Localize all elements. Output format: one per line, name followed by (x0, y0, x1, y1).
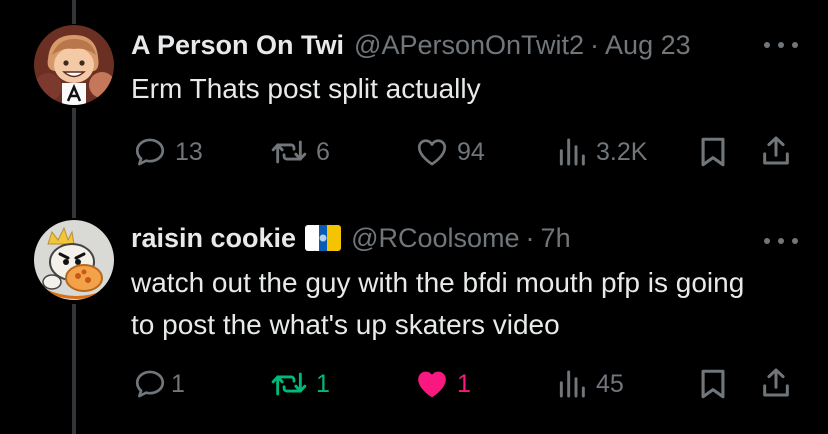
more-icon[interactable] (764, 236, 798, 246)
separator-dot: · (590, 30, 600, 60)
tweet-header: A Person On Twi @APersonOnTwit2 · Aug 23 (131, 29, 768, 61)
views-count: 45 (596, 369, 624, 398)
views-icon (559, 138, 585, 166)
views-icon (559, 370, 585, 398)
retweet-icon (271, 140, 307, 164)
like-button[interactable]: 1 (415, 367, 471, 401)
retweet-count: 6 (316, 137, 330, 166)
tweet-1[interactable]: A Person On Twi @APersonOnTwit2 · Aug 23… (0, 0, 828, 205)
display-name[interactable]: A Person On Twi (131, 29, 344, 61)
reply-icon (135, 138, 165, 166)
retweet-icon (271, 372, 307, 396)
tweet-text: Erm Thats post split actually (131, 73, 481, 104)
avatar-a-person-on-twi[interactable] (34, 25, 114, 105)
bookmark-button[interactable] (698, 367, 728, 401)
reply-button[interactable]: 1 (133, 367, 185, 401)
separator-dot: · (525, 223, 535, 253)
views-button[interactable]: 45 (556, 367, 624, 401)
reply-count: 13 (175, 137, 203, 166)
like-button[interactable]: 94 (415, 135, 485, 169)
avatar-raisin-cookie[interactable] (34, 220, 114, 300)
retweet-count: 1 (316, 369, 330, 398)
reply-thread: A Person On Twi @APersonOnTwit2 · Aug 23… (0, 0, 828, 434)
handle[interactable]: @RCoolsome (351, 222, 519, 254)
timestamp[interactable]: Aug 23 (605, 29, 691, 61)
display-name[interactable]: raisin cookie (131, 222, 296, 254)
share-icon (763, 368, 789, 397)
retweet-button[interactable]: 6 (270, 135, 330, 169)
reply-count: 1 (171, 369, 185, 398)
like-count: 94 (457, 137, 485, 166)
reply-icon (135, 370, 165, 398)
canary-islands-flag-icon (305, 225, 342, 251)
tweet-header: raisin cookie @RCoolsome · 7h (131, 222, 768, 254)
views-button[interactable]: 3.2K (556, 135, 647, 169)
action-bar: 1 1 1 45 (0, 367, 828, 407)
like-icon (418, 371, 446, 398)
avatar-image (34, 25, 114, 105)
views-count: 3.2K (596, 137, 648, 166)
tweet-2[interactable]: raisin cookie @RCoolsome · 7h watch out … (0, 205, 828, 434)
handle[interactable]: @APersonOnTwit2 (354, 29, 584, 61)
bookmark-icon (701, 137, 725, 167)
reply-button[interactable]: 13 (133, 135, 203, 169)
tweet-text: watch out the guy with the bfdi mouth pf… (131, 267, 745, 340)
like-count: 1 (457, 369, 471, 398)
share-button[interactable] (759, 133, 793, 169)
retweet-button[interactable]: 1 (270, 367, 330, 401)
share-button[interactable] (759, 365, 793, 401)
more-icon[interactable] (764, 40, 798, 50)
action-bar: 13 6 94 3.2K (0, 135, 828, 175)
bookmark-icon (701, 369, 725, 399)
timestamp[interactable]: 7h (541, 222, 571, 254)
avatar-image (34, 220, 114, 300)
like-icon (417, 139, 447, 166)
bookmark-button[interactable] (698, 135, 728, 169)
share-icon (763, 136, 789, 165)
